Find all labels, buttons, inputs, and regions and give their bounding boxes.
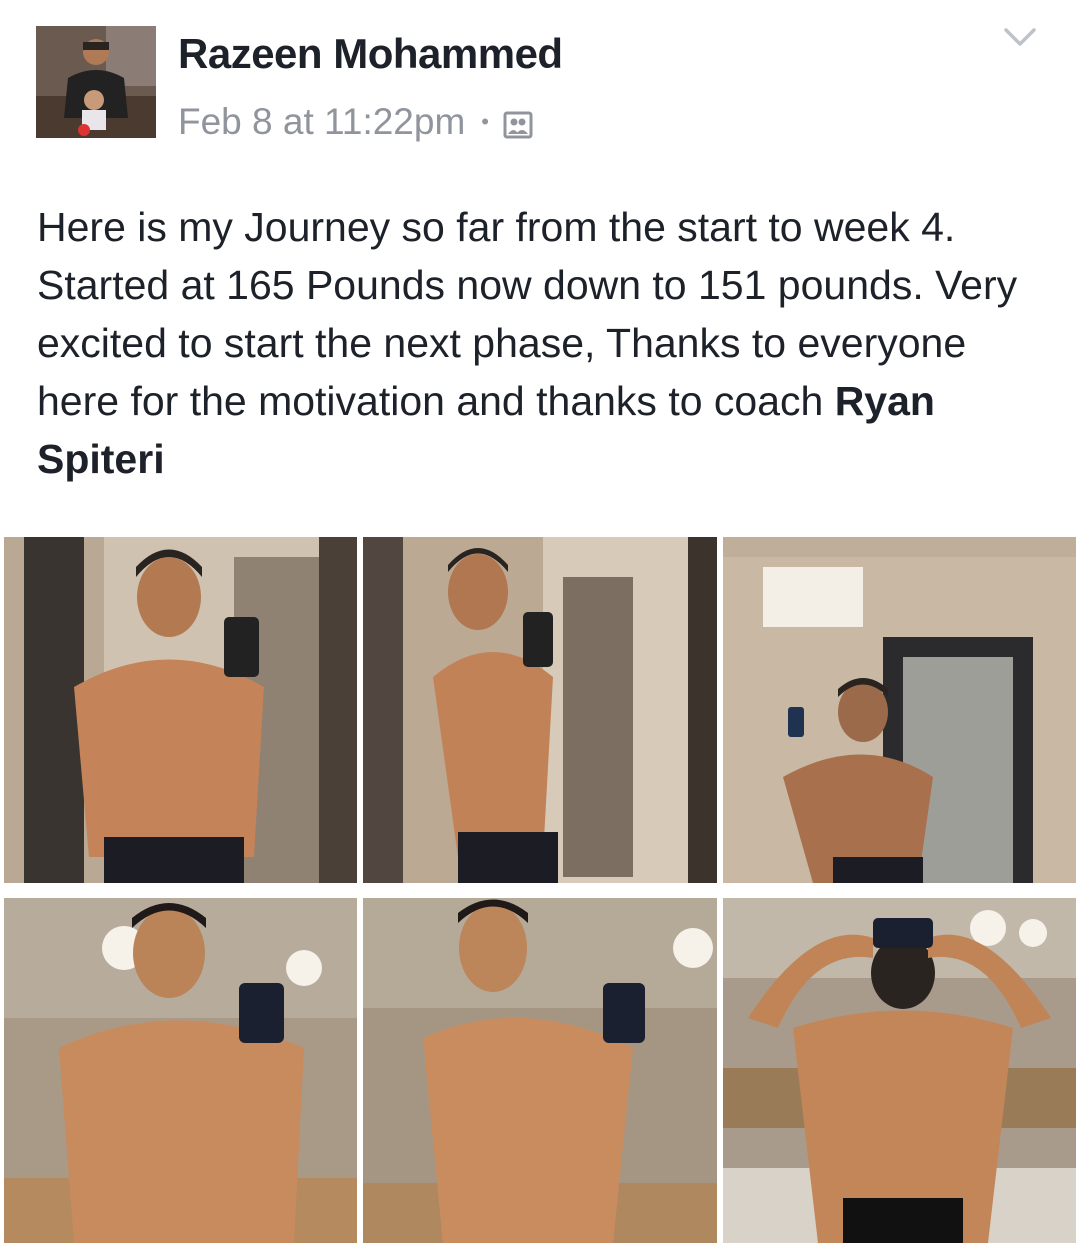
photo-front-after[interactable] [4,898,357,1243]
photo-front-before[interactable] [4,537,357,883]
chevron-down-icon[interactable] [1000,22,1040,52]
meta-separator: • [481,109,489,134]
timestamp[interactable]: Feb 8 at 11:22pm [178,101,465,143]
photo-back-after[interactable] [723,898,1076,1243]
author-name[interactable]: Razeen Mohammed [178,30,563,78]
photo-side-after[interactable] [363,898,717,1243]
post-text: Here is my Journey so far from the start… [37,198,1047,488]
post-meta: Feb 8 at 11:22pm • [178,100,533,144]
post-header: Razeen Mohammed Feb 8 at 11:22pm • [0,0,1080,160]
group-audience-icon [503,107,533,139]
photo-grid [4,537,1076,1243]
photo-back-before[interactable] [723,537,1076,883]
avatar[interactable] [36,26,156,138]
photo-side-before[interactable] [363,537,717,883]
